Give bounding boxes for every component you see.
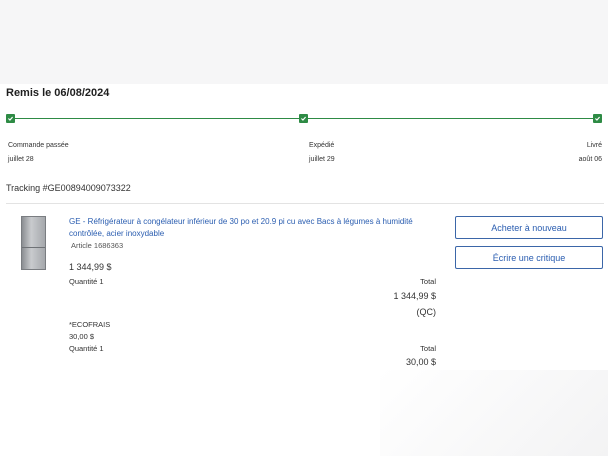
delivery-status-title: Remis le 06/08/2024: [6, 87, 110, 99]
item-total-label: Total: [420, 277, 436, 286]
item-province: (QC): [416, 307, 437, 317]
step-delivered-date: août 06: [578, 156, 602, 163]
step-shipped-check-icon: [299, 114, 308, 123]
header-band: [0, 0, 608, 84]
step-shipped-label: Expédié: [309, 142, 335, 149]
step-ordered-check-icon: [6, 114, 15, 123]
item-quantity: Quantité 1: [69, 277, 104, 286]
ecofee-total-label: Total: [420, 344, 436, 353]
tracking-number: Tracking #GE00894009073322: [6, 183, 131, 193]
product-image[interactable]: [21, 216, 46, 270]
item-total-value: 1 344,99 $: [393, 291, 436, 301]
step-ordered-date: juillet 28: [8, 156, 34, 163]
buy-again-button[interactable]: Acheter à nouveau: [455, 216, 603, 239]
ecofee-total-value: 30,00 $: [405, 357, 436, 367]
step-delivered-label: Livré: [586, 142, 602, 149]
item-price: 1 344,99 $: [69, 262, 112, 272]
ecofee-quantity: Quantité 1: [69, 344, 104, 353]
product-name-link[interactable]: GE - Réfrigérateur à congélateur inférie…: [69, 216, 441, 240]
ecofee-name: *ECOFRAIS: [69, 320, 111, 329]
step-shipped-date: juillet 29: [309, 156, 335, 163]
write-review-button[interactable]: Écrire une critique: [455, 246, 603, 269]
article-number: Article 1686363: [71, 241, 124, 250]
divider: [6, 203, 604, 204]
background-fade: [380, 370, 608, 456]
step-ordered-label: Commande passée: [8, 142, 69, 149]
ecofee-price: 30,00 $: [69, 332, 95, 341]
step-delivered-check-icon: [593, 114, 602, 123]
